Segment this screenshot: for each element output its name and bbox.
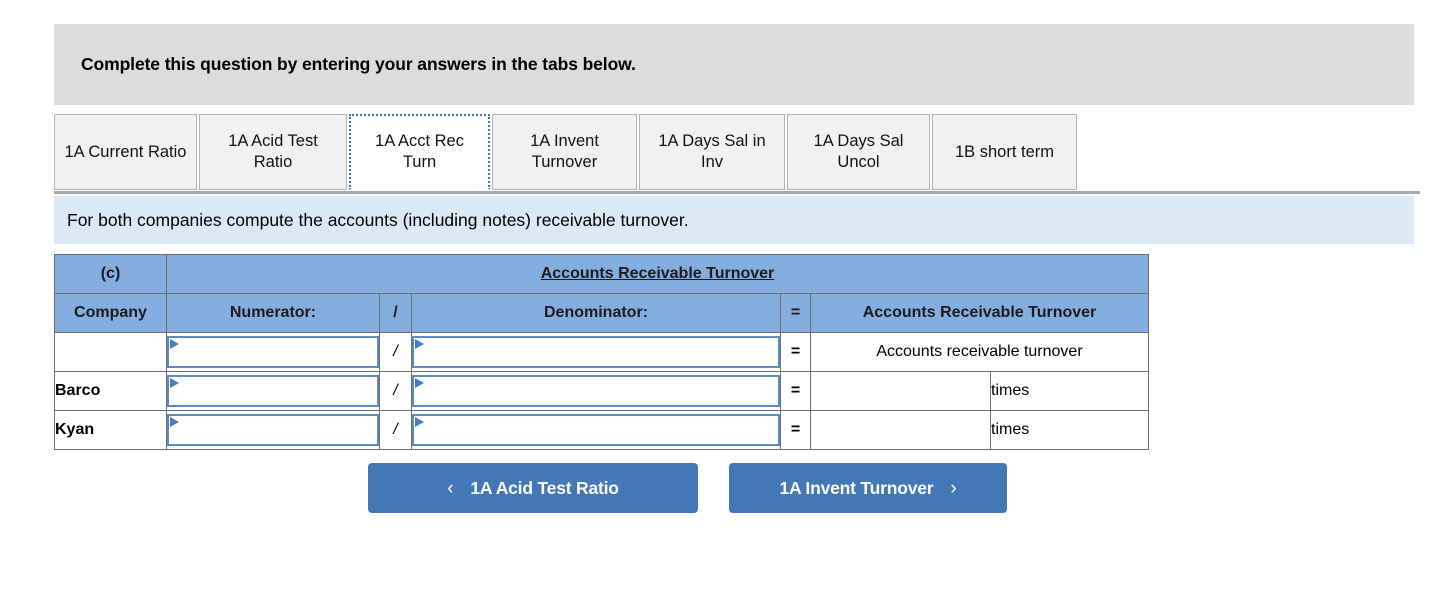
tab-strip: 1A Current Ratio 1A Acid Test Ratio 1A A… [54, 114, 1420, 194]
tab-label: 1A Acid Test Ratio [228, 132, 318, 171]
divider-slash: / [379, 371, 412, 411]
denominator-input[interactable] [414, 377, 778, 405]
table-row: / = Accounts receivable turnover [54, 332, 1149, 372]
table-header-row: Company Numerator: / Denominator: = Acco… [54, 293, 1149, 333]
table-title-row: (c) Accounts Receivable Turnover [54, 254, 1149, 294]
question-prompt-bar: For both companies compute the accounts … [54, 196, 1414, 244]
result-value-cell [810, 371, 991, 411]
table-title-cell: Accounts Receivable Turnover [166, 254, 1149, 294]
result-units-cell: times [990, 371, 1149, 411]
numerator-field-wrapper [167, 375, 379, 407]
chevron-left-icon: ‹ [447, 477, 454, 499]
tab-1a-days-sal-in-inv[interactable]: 1A Days Sal in Inv [639, 114, 785, 190]
part-label-cell: (c) [54, 254, 167, 294]
next-tab-button[interactable]: 1A Invent Turnover › [729, 463, 1007, 513]
numerator-cell [166, 371, 380, 411]
row-company-label: Barco [54, 371, 167, 411]
denominator-field-wrapper [412, 414, 780, 446]
tab-1a-invent-turnover[interactable]: 1A Invent Turnover [492, 114, 637, 190]
tab-1b-short-term[interactable]: 1B short term [932, 114, 1077, 190]
tab-1a-current-ratio[interactable]: 1A Current Ratio [54, 114, 197, 190]
column-header-company: Company [54, 293, 167, 333]
result-label-cell: Accounts receivable turnover [810, 332, 1149, 372]
previous-tab-button[interactable]: ‹ 1A Acid Test Ratio [368, 463, 698, 513]
column-header-numerator: Numerator: [166, 293, 380, 333]
equals-sign: = [780, 410, 811, 450]
tab-label: 1A Days Sal Uncol [813, 132, 904, 171]
accounts-receivable-turnover-table: (c) Accounts Receivable Turnover Company… [54, 254, 1149, 450]
column-header-denominator: Denominator: [411, 293, 781, 333]
tab-1a-acct-rec-turn[interactable]: 1A Acct Rec Turn [349, 114, 490, 190]
numerator-cell [166, 410, 380, 450]
table-title: Accounts Receivable Turnover [540, 265, 775, 282]
result-units-cell: times [990, 410, 1149, 450]
tab-1a-acid-test-ratio[interactable]: 1A Acid Test Ratio [199, 114, 347, 190]
tab-strip-divider [54, 191, 1420, 194]
next-tab-label: 1A Invent Turnover [779, 477, 934, 498]
numerator-field-wrapper [167, 414, 379, 446]
navigation-buttons: ‹ 1A Acid Test Ratio 1A Invent Turnover … [368, 463, 1007, 513]
row-company-label: Kyan [54, 410, 167, 450]
table-row: Barco / = times [54, 371, 1149, 411]
tab-label: 1A Days Sal in Inv [658, 132, 766, 171]
column-header-slash: / [379, 293, 412, 333]
denominator-cell [411, 332, 781, 372]
denominator-cell [411, 410, 781, 450]
instruction-text: Complete this question by entering your … [81, 54, 636, 74]
divider-slash: / [379, 332, 412, 372]
tab-label: 1A Invent Turnover [530, 132, 599, 171]
tab-label: 1A Current Ratio [64, 142, 187, 161]
table-row: Kyan / = times [54, 410, 1149, 450]
result-value-cell [810, 410, 991, 450]
tab-label: 1B short term [954, 142, 1055, 161]
row-company-label [54, 332, 167, 372]
column-header-equals: = [780, 293, 811, 333]
tab-label: 1A Acct Rec Turn [375, 132, 464, 171]
instruction-banner: Complete this question by entering your … [54, 24, 1414, 105]
numerator-cell [166, 332, 380, 372]
equals-sign: = [780, 332, 811, 372]
numerator-field-wrapper [167, 336, 379, 368]
denominator-input[interactable] [414, 416, 778, 444]
numerator-input[interactable] [169, 338, 377, 366]
numerator-input[interactable] [169, 416, 377, 444]
divider-slash: / [379, 410, 412, 450]
denominator-cell [411, 371, 781, 411]
numerator-input[interactable] [169, 377, 377, 405]
tab-1a-days-sal-uncol[interactable]: 1A Days Sal Uncol [787, 114, 930, 190]
denominator-field-wrapper [412, 375, 780, 407]
denominator-input[interactable] [414, 338, 778, 366]
tab-list: 1A Current Ratio 1A Acid Test Ratio 1A A… [54, 114, 1079, 190]
chevron-right-icon: › [950, 477, 957, 499]
denominator-field-wrapper [412, 336, 780, 368]
equals-sign: = [780, 371, 811, 411]
question-prompt-text: For both companies compute the accounts … [67, 209, 689, 230]
previous-tab-label: 1A Acid Test Ratio [470, 477, 619, 498]
column-header-result: Accounts Receivable Turnover [810, 293, 1149, 333]
